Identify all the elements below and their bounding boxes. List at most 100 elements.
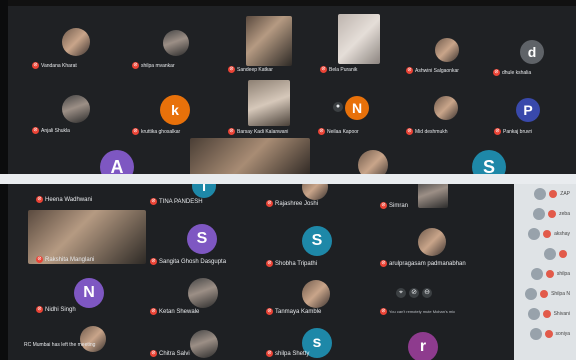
avatar xyxy=(544,248,556,260)
participant-label: ⊘ Tanmaya Kamble xyxy=(266,308,322,315)
participant-label: ⊘ Shobha Tripathi xyxy=(266,260,318,267)
mic-off-icon[interactable]: ⊘ xyxy=(409,288,419,298)
sidebar-item[interactable]: Shivani xyxy=(527,308,570,320)
avatar: r xyxy=(408,332,438,360)
participant-label: ⊘ Anjali Shukla xyxy=(32,127,70,134)
mic-off-icon: ⊘ xyxy=(150,198,157,205)
participant-label: ⊘ Chitra Salvi xyxy=(150,350,190,357)
mic-off-icon xyxy=(543,230,552,238)
tile-controls[interactable]: ● xyxy=(333,102,343,112)
mic-off-icon: ⊘ xyxy=(406,67,413,74)
avatar: N xyxy=(345,96,369,120)
participants-sidebar[interactable]: ZAP zeba akshay shilpa Shilpa N Shivani … xyxy=(514,184,576,360)
participant-label: ⊘ Neilaa Kapoor xyxy=(318,128,359,135)
pin-icon[interactable]: ⌖ xyxy=(396,288,406,298)
participant-label: ⊘ Pankaj bruvri xyxy=(494,128,533,135)
screen-bezel-left xyxy=(0,184,8,360)
participant-label: ⊘ Nidhi Singh xyxy=(36,306,76,313)
sidebar-item[interactable]: akshay xyxy=(528,228,570,240)
participant-label: ⊘ Sangita Ghosh Dasgupta xyxy=(150,258,227,265)
meeting-grid-bottom: ⊘ Heena Wadhwani T ⊘ TINA PANDESH ⊘ Rajashr… xyxy=(0,184,576,360)
mic-off-icon: ⊘ xyxy=(150,350,157,357)
avatar: d xyxy=(520,40,544,64)
meeting-grid-top: ⊘ Vandana Kharat ⊘ shilpa mvankar ⊘ Sandeep… xyxy=(0,0,576,174)
mic-off-icon: ⊘ xyxy=(406,128,413,135)
sidebar-item[interactable]: ZAP xyxy=(534,188,570,200)
participant-video xyxy=(248,80,290,126)
mic-off-icon: ⊘ xyxy=(132,62,139,69)
avatar: S xyxy=(187,224,217,254)
avatar xyxy=(528,228,541,240)
mic-off-icon: ⊘ xyxy=(36,256,43,263)
mic-off-icon: ⊘ xyxy=(493,69,500,76)
mic-off-icon: ⊘ xyxy=(36,306,43,313)
avatar xyxy=(163,30,189,56)
participant-label: ⊘ Barsay Kadi Kalanwani xyxy=(228,128,289,135)
avatar xyxy=(529,328,542,340)
mic-off-icon: ⊘ xyxy=(494,128,501,135)
avatar xyxy=(190,330,218,358)
sidebar-item[interactable]: zeba xyxy=(533,208,570,220)
participant-label: ⊘ Sandeep Katkar xyxy=(228,66,273,73)
avatar xyxy=(435,38,459,62)
sidebar-item[interactable]: shilpa xyxy=(530,268,570,280)
avatar xyxy=(527,308,540,320)
mic-off-icon: ⊘ xyxy=(132,128,139,135)
avatar: T xyxy=(192,184,216,198)
participant-label: ⊘ shilpa mvankar xyxy=(132,62,175,69)
mic-off-icon: ⊘ xyxy=(320,66,327,73)
sidebar-item[interactable] xyxy=(544,248,570,260)
participant-label: ⊘ TINA PANDESH xyxy=(150,198,203,205)
participant-label: ⊘ Ketan Shewale xyxy=(150,308,200,315)
mic-off-icon: ⊘ xyxy=(266,260,273,267)
avatar: S xyxy=(472,150,506,174)
remove-icon[interactable]: ⊖ xyxy=(422,288,432,298)
avatar xyxy=(533,208,546,220)
participant-label: ⊘ Mid deshmukh xyxy=(406,128,448,135)
avatar xyxy=(302,184,328,200)
sidebar-item[interactable]: Shilpa N xyxy=(525,288,570,300)
avatar xyxy=(80,326,106,352)
mic-off-icon: ⊘ xyxy=(32,62,39,69)
mic-off-icon: ⊘ xyxy=(380,260,387,267)
avatar xyxy=(302,280,330,308)
screen-bezel-left xyxy=(0,0,8,174)
photo-divider xyxy=(0,174,576,184)
participant-label: ⊘ dhule kshalia xyxy=(493,69,532,76)
participant-label: ⊘ arulpragasam padmanabhan xyxy=(380,260,466,267)
participant-label: ⊘ Rajashree Joshi xyxy=(266,200,319,207)
avatar: S xyxy=(302,226,332,256)
avatar: N xyxy=(74,278,104,308)
pin-icon[interactable]: ● xyxy=(333,102,343,112)
participant-video xyxy=(246,16,292,66)
mic-off-icon: ⊘ xyxy=(150,308,157,315)
avatar xyxy=(434,96,458,120)
avatar: P xyxy=(516,98,540,122)
mic-off-icon: ⊘ xyxy=(266,308,273,315)
mic-off-icon xyxy=(545,270,554,278)
mic-off-icon: ⊘ xyxy=(380,308,387,315)
left-meeting-toast: RC Mumbai has left the meeting xyxy=(24,342,96,348)
mute-notice: ⊘ You can't remotely mute Mohan's mic xyxy=(380,308,456,315)
avatar xyxy=(525,288,538,300)
participant-label: ⊘ Simran xyxy=(380,202,409,209)
mic-off-icon xyxy=(544,330,553,338)
avatar xyxy=(62,95,90,123)
mic-off-icon: ⊘ xyxy=(36,196,43,203)
mic-off-icon: ⊘ xyxy=(150,258,157,265)
avatar xyxy=(418,184,448,208)
participant-video xyxy=(190,138,310,174)
avatar xyxy=(530,268,543,280)
mic-off-icon: ⊘ xyxy=(380,202,387,209)
tile-controls[interactable]: ⌖ ⊘ ⊖ xyxy=(396,288,432,298)
mic-off-icon: ⊘ xyxy=(266,200,273,207)
sidebar-item[interactable]: soniya xyxy=(529,328,570,340)
avatar xyxy=(62,28,90,56)
avatar xyxy=(418,228,446,256)
participant-video xyxy=(338,14,380,64)
mic-off-icon: ⊘ xyxy=(228,66,235,73)
mic-off-icon: ⊘ xyxy=(32,127,39,134)
mic-off-icon xyxy=(559,250,567,258)
avatar xyxy=(358,150,388,174)
participant-label: ⊘ Vandana Kharat xyxy=(32,62,77,69)
